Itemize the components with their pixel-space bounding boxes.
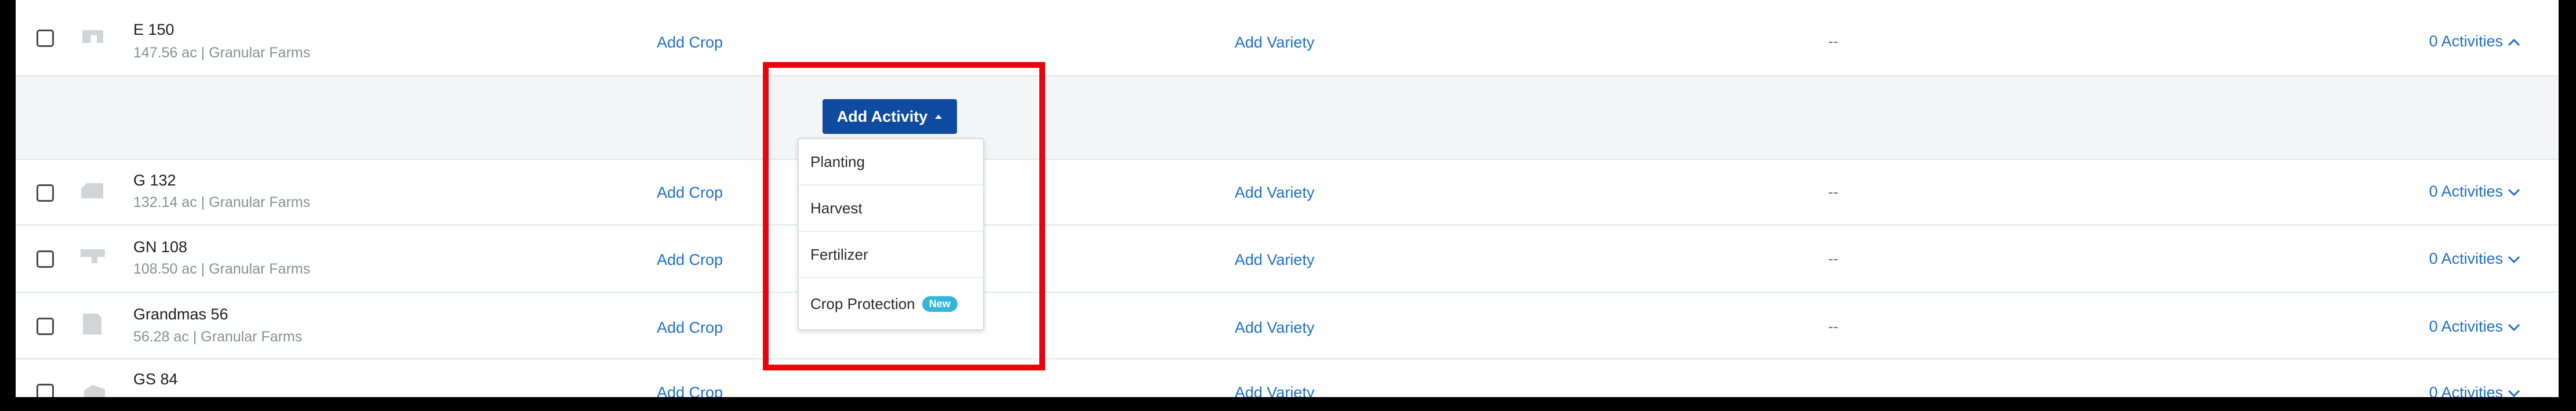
window-edge (2559, 0, 2576, 411)
field-name: E 150 (133, 21, 174, 38)
field-meta: 56.28 ac | Granular Farms (133, 329, 303, 345)
activities-toggle[interactable]: 0 Activities (2429, 32, 2520, 50)
field-value: -- (1828, 183, 1839, 201)
menu-item-label: Planting (810, 152, 865, 170)
chevron-down-icon (2508, 188, 2520, 196)
activities-toggle[interactable]: 0 Activities (2429, 250, 2520, 268)
field-meta: 132.14 ac | Granular Farms (133, 194, 311, 210)
field-shape-icon (81, 249, 105, 263)
window-edge (0, 397, 2576, 411)
activities-count: 0 Activities (2429, 250, 2503, 267)
field-shape-icon (83, 314, 101, 334)
field-value: -- (1828, 32, 1839, 50)
activities-count: 0 Activities (2429, 183, 2503, 200)
menu-item-label: Fertilizer (810, 245, 868, 263)
add-crop-link[interactable]: Add Crop (657, 34, 723, 52)
add-variety-link[interactable]: Add Variety (1235, 34, 1315, 52)
activities-count: 0 Activities (2429, 384, 2503, 397)
add-activity-menu: Planting Harvest Fertilizer Crop Protect… (798, 138, 984, 330)
expanded-activities-area (16, 77, 2559, 160)
add-variety-link[interactable]: Add Variety (1235, 184, 1315, 202)
field-name: Grandmas 56 (133, 305, 228, 323)
add-crop-link[interactable]: Add Crop (657, 319, 723, 337)
menu-item-label: Crop Protection (810, 294, 915, 312)
field-name: GS 84 (133, 370, 178, 388)
table-row: E 150 147.56 ac | Granular Farms Add Cro… (16, 0, 2559, 77)
field-shape-icon (84, 385, 105, 397)
add-crop-link[interactable]: Add Crop (657, 184, 723, 202)
add-crop-link[interactable]: Add Crop (657, 384, 723, 397)
add-activity-button[interactable]: Add Activity (823, 99, 957, 134)
table-row: G 132 132.14 ac | Granular Farms Add Cro… (16, 160, 2559, 225)
menu-item-harvest[interactable]: Harvest (799, 186, 983, 232)
menu-item-planting[interactable]: Planting (799, 139, 983, 186)
field-value: -- (1828, 250, 1839, 267)
add-activity-label: Add Activity (836, 107, 928, 125)
field-value: -- (1828, 318, 1839, 335)
menu-item-fertilizer[interactable]: Fertilizer (799, 232, 983, 278)
caret-up-icon (935, 114, 943, 119)
activities-count: 0 Activities (2429, 32, 2503, 50)
activities-toggle[interactable]: 0 Activities (2429, 318, 2520, 336)
activities-toggle[interactable]: 0 Activities (2429, 384, 2520, 397)
row-checkbox[interactable] (37, 30, 54, 47)
chevron-down-icon (2508, 256, 2520, 263)
add-variety-link[interactable]: Add Variety (1235, 384, 1315, 397)
activities-count: 0 Activities (2429, 318, 2503, 335)
add-crop-link[interactable]: Add Crop (657, 251, 723, 269)
fields-list-panel: E 150 147.56 ac | Granular Farms Add Cro… (16, 0, 2559, 397)
field-shape-icon (81, 183, 103, 198)
field-meta: 108.50 ac | Granular Farms (133, 261, 311, 277)
row-checkbox[interactable] (37, 384, 54, 397)
new-badge: New (922, 296, 958, 312)
row-checkbox[interactable] (37, 184, 54, 202)
field-name: GN 108 (133, 238, 188, 256)
table-row: Grandmas 56 56.28 ac | Granular Farms Ad… (16, 293, 2559, 359)
menu-item-crop-protection[interactable]: Crop Protection New (799, 278, 983, 329)
add-variety-link[interactable]: Add Variety (1235, 319, 1315, 337)
field-meta: 147.56 ac | Granular Farms (133, 45, 311, 61)
row-checkbox[interactable] (37, 318, 54, 335)
table-row: GS 84 Add Crop Add Variety 0 Activities (16, 359, 2559, 397)
field-shape-icon (82, 30, 103, 43)
table-row: GN 108 108.50 ac | Granular Farms Add Cr… (16, 225, 2559, 293)
add-variety-link[interactable]: Add Variety (1235, 251, 1315, 269)
chevron-down-icon (2508, 323, 2520, 331)
chevron-down-icon (2508, 390, 2520, 397)
row-checkbox[interactable] (37, 250, 54, 268)
field-name: G 132 (133, 172, 176, 189)
activities-toggle[interactable]: 0 Activities (2429, 183, 2520, 201)
chevron-up-icon (2508, 38, 2520, 46)
menu-item-label: Harvest (810, 199, 863, 217)
